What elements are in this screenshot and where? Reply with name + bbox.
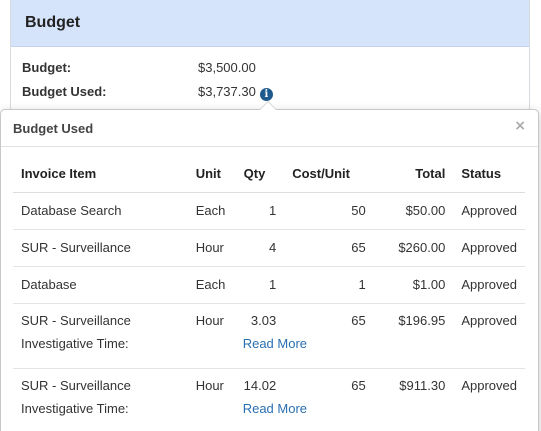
info-icon[interactable]: i [259, 88, 273, 101]
status-cell: Approved [461, 377, 517, 393]
qty-cell: 4 [235, 229, 285, 267]
read-more-link[interactable]: Read More [243, 401, 307, 416]
unit-cell: Hour [195, 377, 224, 393]
item-cell: Database Search [13, 192, 188, 230]
read-more-link[interactable]: Read More [243, 336, 307, 351]
total-cell: $196.95 [398, 312, 446, 328]
col-cost-unit: Cost/Unit [284, 155, 374, 193]
cost-cell: 65 [351, 312, 366, 328]
budget-used-value: $3,737.30 [198, 84, 256, 99]
table-row: SUR - Surveillance Hour 14.02 65 $911.30… [13, 368, 525, 396]
qty-cell: 1 [235, 266, 285, 304]
unit-cell: Each [187, 266, 236, 304]
table-row: SUR - Surveillance Hour 4 65 $260.00 App… [13, 229, 525, 267]
status-cell: Approved [461, 312, 517, 328]
table-row: Database Each 1 1 $1.00 Approved [13, 266, 525, 304]
total-cell: $260.00 [373, 229, 454, 267]
item-cell: Database [13, 266, 188, 304]
status-cell: Approved [453, 229, 525, 267]
budget-used-label: Budget Used: [22, 84, 107, 99]
popover-arrow [259, 101, 277, 110]
total-cell: $1.00 [373, 266, 454, 304]
total-cell: $50.00 [373, 192, 454, 230]
item-cell: SUR - Surveillance [21, 377, 131, 393]
note-link-cell: Read More [187, 396, 374, 431]
status-cell: Approved [453, 192, 525, 230]
table-header-row: Invoice Item Unit Qty Cost/Unit Total St… [13, 155, 525, 193]
note-label: Investigative Time: [13, 331, 188, 369]
popover-title: Budget Used [13, 121, 94, 136]
col-total: Total [373, 155, 454, 193]
table-row: SUR - Surveillance Hour 3.03 65 $196.95 … [13, 303, 525, 331]
col-status: Status [453, 155, 525, 193]
budget-used-popover: Budget Used × Invoice Item Unit Qty Cost… [0, 101, 539, 431]
col-invoice-item: Invoice Item [13, 155, 188, 193]
table-row-note: Investigative Time: Read More [13, 331, 525, 369]
unit-cell: Hour [187, 229, 236, 267]
cost-cell: 1 [284, 266, 374, 304]
col-qty: Qty [235, 155, 285, 193]
cost-cell: 65 [284, 229, 374, 267]
qty-cell: 14.02 [243, 377, 277, 393]
unit-cell: Hour [195, 312, 224, 328]
status-cell: Approved [453, 266, 525, 304]
unit-cell: Each [187, 192, 236, 230]
item-cell: SUR - Surveillance [21, 312, 131, 328]
qty-cell: 1 [235, 192, 285, 230]
note-link-cell: Read More [187, 331, 374, 369]
table-row-note: Investigative Time: Read More [13, 396, 525, 431]
budget-used-row: Budget Used: $3,737.30 i [22, 84, 273, 101]
budget-row: Budget: $3,500.00 [22, 60, 256, 75]
item-cell: SUR - Surveillance [13, 229, 188, 267]
close-icon[interactable]: × [514, 118, 526, 134]
cost-cell: 65 [351, 377, 366, 393]
table-row: Database Search Each 1 50 $50.00 Approve… [13, 192, 525, 230]
popover-header: Budget Used × [1, 110, 538, 147]
budget-label: Budget: [22, 60, 72, 75]
invoice-table: Invoice Item Unit Qty Cost/Unit Total St… [13, 155, 525, 431]
note-label: Investigative Time: [13, 396, 188, 431]
budget-value: $3,500.00 [198, 60, 256, 75]
panel-title: Budget [11, 0, 529, 47]
qty-cell: 3.03 [250, 312, 277, 328]
cost-cell: 50 [284, 192, 374, 230]
total-cell: $911.30 [399, 377, 446, 393]
col-unit: Unit [187, 155, 236, 193]
budget-used-value-wrap: $3,737.30 i [198, 84, 273, 101]
